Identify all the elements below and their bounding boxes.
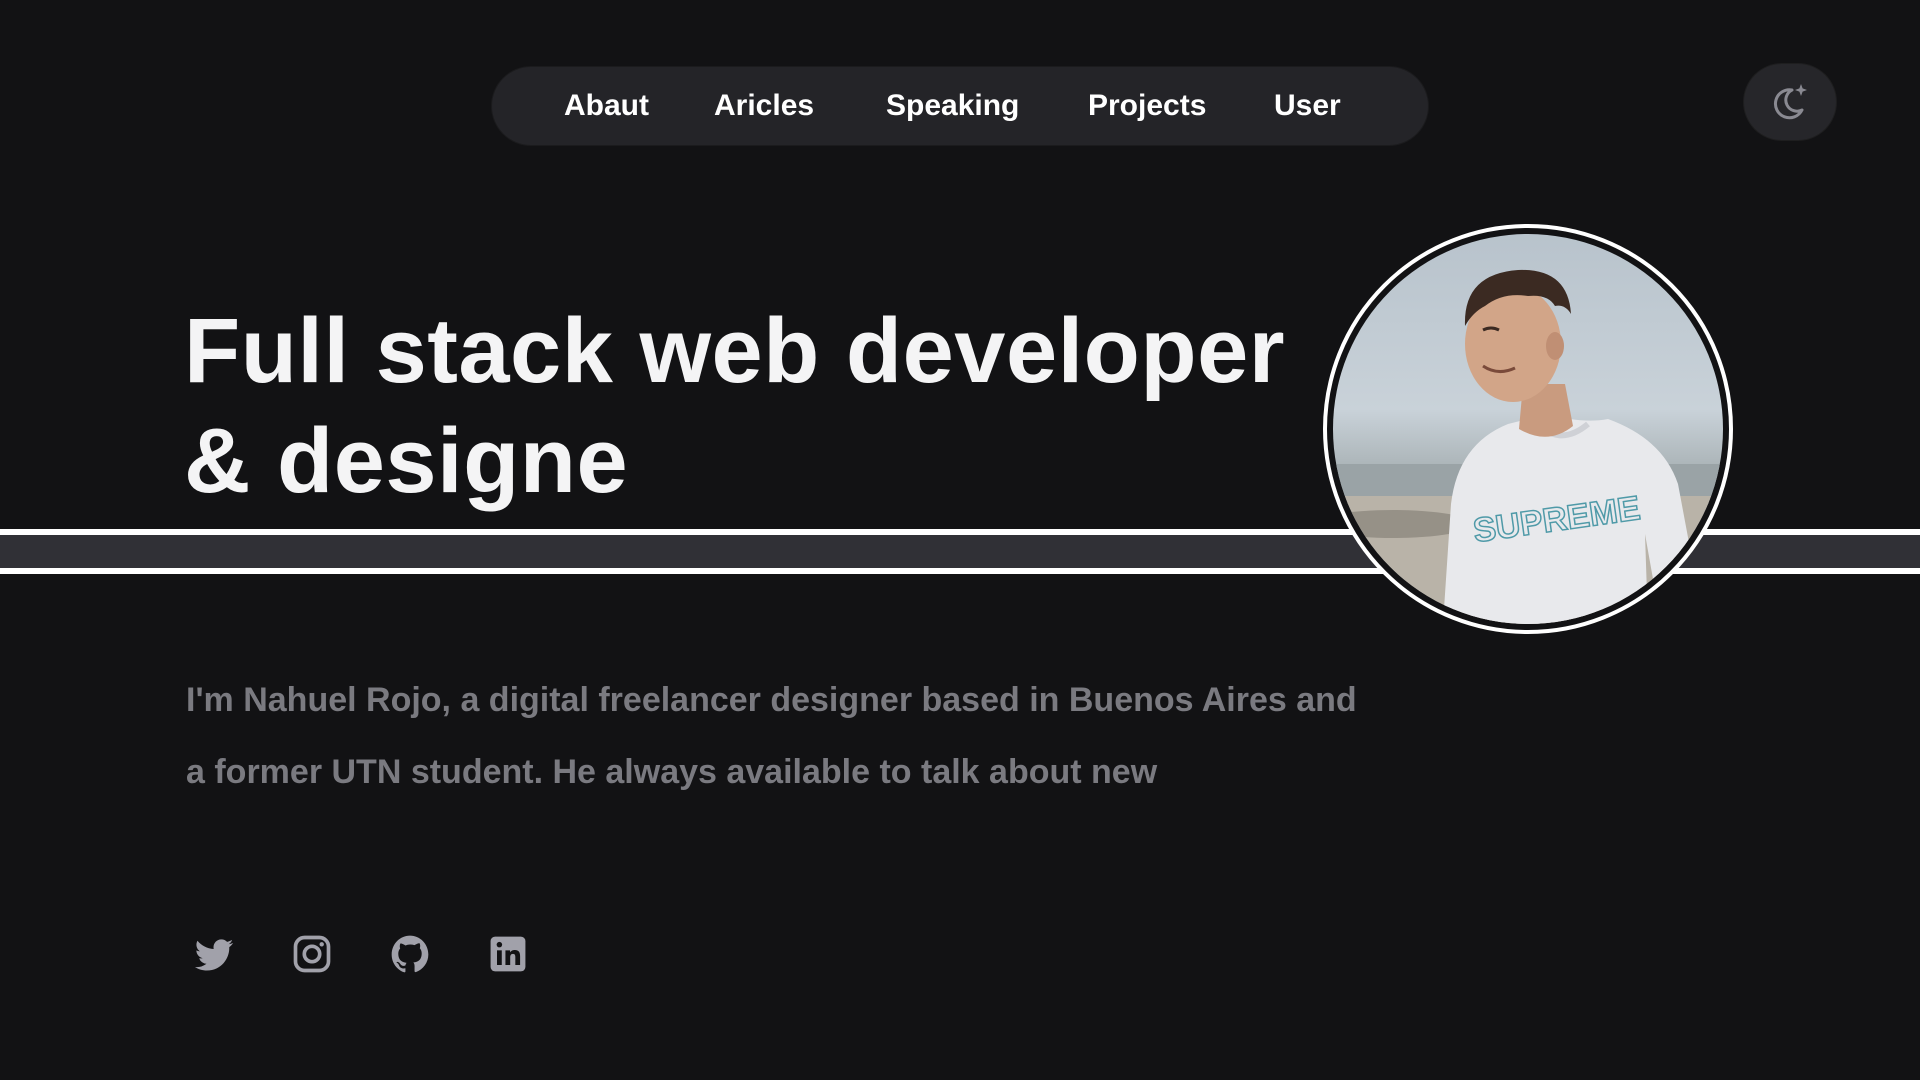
github-icon [391, 935, 429, 973]
title-line-2: & designe [184, 410, 629, 512]
bio-text: I'm Nahuel Rojo, a digital freelancer de… [186, 664, 1486, 808]
github-link[interactable] [388, 932, 432, 976]
avatar-photo: SUPREME [1333, 234, 1723, 624]
nav-item-user[interactable]: User [1274, 67, 1341, 145]
bio-line-1: I'm Nahuel Rojo, a digital freelancer de… [186, 681, 1357, 719]
title-line-1: Full stack web developer [184, 300, 1286, 402]
moon-sparkle-icon [1773, 84, 1807, 120]
linkedin-link[interactable] [486, 932, 530, 976]
theme-toggle-button[interactable] [1744, 64, 1836, 140]
avatar: SUPREME [1323, 224, 1733, 634]
nav-item-about[interactable]: Abaut [564, 67, 649, 145]
nav-item-speaking[interactable]: Speaking [886, 67, 1019, 145]
linkedin-icon [490, 936, 526, 972]
twitter-icon [194, 939, 234, 971]
page: Abaut Aricles Speaking Projects User Ful… [0, 0, 1920, 1080]
main-nav: Abaut Aricles Speaking Projects User [492, 67, 1428, 145]
bio-line-2: a former UTN student. He always availabl… [186, 753, 1158, 791]
nav-item-projects[interactable]: Projects [1088, 67, 1206, 145]
instagram-icon [293, 935, 331, 973]
nav-item-articles[interactable]: Aricles [714, 67, 814, 145]
instagram-link[interactable] [290, 932, 334, 976]
twitter-link[interactable] [192, 932, 236, 976]
page-title: Full stack web developer & designe [184, 296, 1334, 516]
